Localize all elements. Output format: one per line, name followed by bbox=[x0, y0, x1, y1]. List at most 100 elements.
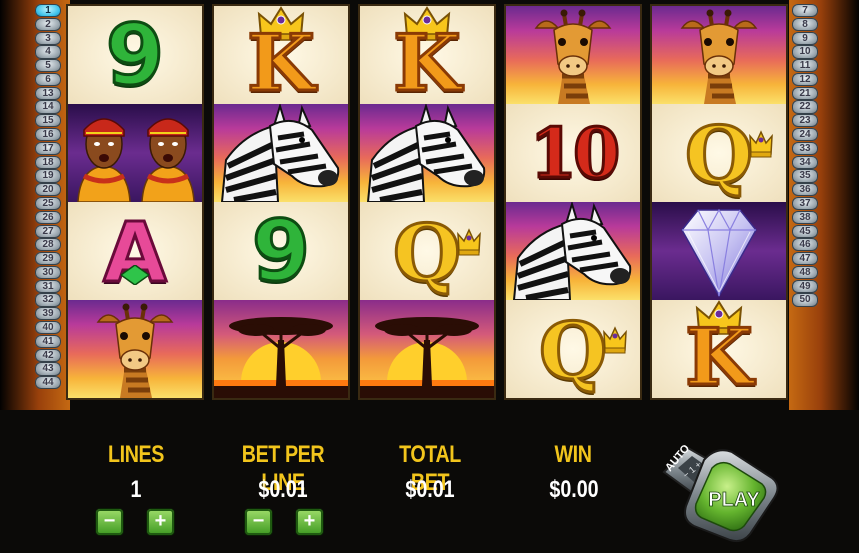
payline-indicator-24[interactable]: 24 bbox=[792, 128, 818, 142]
reel-2: K9 bbox=[212, 4, 350, 400]
win-value: $0.00 bbox=[549, 476, 599, 503]
payline-indicator-20[interactable]: 20 bbox=[35, 183, 61, 197]
giraffe-icon bbox=[534, 9, 612, 104]
win-label: WIN bbox=[554, 441, 592, 468]
payline-indicator-47[interactable]: 47 bbox=[792, 252, 818, 266]
payline-indicator-31[interactable]: 31 bbox=[35, 279, 61, 293]
payline-indicator-18[interactable]: 18 bbox=[35, 155, 61, 169]
crown-icon bbox=[456, 228, 482, 263]
payline-indicator-50[interactable]: 50 bbox=[792, 293, 818, 307]
payline-indicator-22[interactable]: 22 bbox=[792, 100, 818, 114]
symbol-zebra bbox=[214, 104, 348, 202]
payline-indicator-41[interactable]: 41 bbox=[35, 334, 61, 348]
symbol-zebra bbox=[506, 202, 640, 300]
payline-indicator-49[interactable]: 49 bbox=[792, 279, 818, 293]
payline-indicator-4[interactable]: 4 bbox=[35, 45, 61, 59]
payline-indicator-42[interactable]: 42 bbox=[35, 348, 61, 362]
symbol-king: K bbox=[214, 6, 348, 104]
lines-label: LINES bbox=[108, 441, 164, 468]
payline-indicator-27[interactable]: 27 bbox=[35, 224, 61, 238]
payline-indicator-7[interactable]: 7 bbox=[792, 4, 818, 18]
symbol-giraffe bbox=[68, 300, 202, 398]
payline-indicator-44[interactable]: 44 bbox=[35, 376, 61, 390]
crown-icon bbox=[748, 130, 774, 165]
payline-indicator-8[interactable]: 8 bbox=[792, 17, 818, 31]
payline-indicator-12[interactable]: 12 bbox=[792, 72, 818, 87]
bet-per-line-value: $0.01 bbox=[258, 476, 308, 503]
payline-indicator-30[interactable]: 30 bbox=[35, 265, 61, 280]
payline-indicator-16[interactable]: 16 bbox=[35, 128, 61, 142]
payline-indicator-40[interactable]: 40 bbox=[35, 320, 61, 335]
symbol-label: K bbox=[392, 17, 463, 105]
payline-indicator-43[interactable]: 43 bbox=[35, 362, 61, 376]
payline-indicator-9[interactable]: 9 bbox=[792, 31, 818, 45]
payline-indicator-39[interactable]: 39 bbox=[35, 307, 61, 321]
symbol-giraffe bbox=[652, 6, 786, 104]
payline-indicator-46[interactable]: 46 bbox=[792, 238, 818, 252]
payline-indicator-5[interactable]: 5 bbox=[35, 59, 61, 73]
symbol-queen: Q bbox=[506, 300, 640, 398]
payline-indicator-33[interactable]: 33 bbox=[792, 141, 818, 155]
payline-indicators-right: 7 8 9 10 11 12 21 22 23 24 33 34 35 36 37 38 45 46 47 48 49 5… bbox=[792, 4, 818, 307]
payline-indicator-3[interactable]: 3 bbox=[35, 31, 61, 45]
bet-decrease-button[interactable]: − bbox=[245, 509, 272, 535]
payline-indicator-26[interactable]: 26 bbox=[35, 210, 61, 224]
reel-5: QK bbox=[650, 4, 788, 400]
payline-indicator-28[interactable]: 28 bbox=[35, 238, 61, 252]
payline-indicator-15[interactable]: 15 bbox=[35, 114, 61, 128]
zebra-icon bbox=[366, 104, 486, 202]
payline-indicator-38[interactable]: 38 bbox=[792, 210, 818, 224]
symbol-ten: 10 bbox=[506, 104, 640, 202]
payline-indicator-2[interactable]: 2 bbox=[35, 17, 61, 31]
gem-icon bbox=[121, 265, 149, 285]
crown-icon bbox=[602, 326, 628, 361]
payline-indicator-29[interactable]: 29 bbox=[35, 252, 61, 266]
symbol-ace: A bbox=[68, 202, 202, 300]
reel-1: 9A bbox=[66, 4, 204, 400]
payline-indicator-17[interactable]: 17 bbox=[35, 141, 61, 155]
reel-3: KQ bbox=[358, 4, 496, 400]
payline-indicator-37[interactable]: 37 bbox=[792, 196, 818, 211]
payline-indicator-48[interactable]: 48 bbox=[792, 265, 818, 280]
symbol-zebra bbox=[360, 104, 494, 202]
payline-indicator-13[interactable]: 13 bbox=[35, 86, 61, 100]
symbol-queen: Q bbox=[652, 104, 786, 202]
payline-indicator-25[interactable]: 25 bbox=[35, 196, 61, 211]
tribal-women-icon bbox=[77, 118, 195, 202]
lines-increase-button[interactable]: + bbox=[147, 509, 174, 535]
symbol-label: A bbox=[102, 205, 168, 301]
lines-decrease-button[interactable]: − bbox=[96, 509, 123, 535]
payline-indicator-19[interactable]: 19 bbox=[35, 169, 61, 183]
payline-indicator-34[interactable]: 34 bbox=[792, 155, 818, 169]
symbol-diamond bbox=[652, 202, 786, 300]
reel-4: 10 Q bbox=[504, 4, 642, 400]
symbol-label: K bbox=[684, 311, 755, 399]
payline-indicator-14[interactable]: 14 bbox=[35, 100, 61, 114]
payline-indicator-11[interactable]: 11 bbox=[792, 59, 818, 73]
payline-indicator-36[interactable]: 36 bbox=[792, 183, 818, 197]
symbol-label: K bbox=[246, 17, 317, 105]
play-control: − 1 + AUTO PLAY bbox=[654, 438, 784, 546]
payline-indicator-6[interactable]: 6 bbox=[35, 72, 61, 87]
symbol-nine: 9 bbox=[68, 6, 202, 104]
symbol-tribal-women bbox=[68, 104, 202, 202]
diamond-icon bbox=[681, 208, 757, 298]
payline-indicator-10[interactable]: 10 bbox=[792, 45, 818, 59]
payline-indicator-21[interactable]: 21 bbox=[792, 86, 818, 100]
symbol-queen: Q bbox=[360, 202, 494, 300]
payline-indicator-45[interactable]: 45 bbox=[792, 224, 818, 238]
symbol-nine: 9 bbox=[214, 202, 348, 300]
total-bet-value: $0.01 bbox=[405, 476, 455, 503]
bet-increase-button[interactable]: + bbox=[296, 509, 323, 535]
payline-indicator-23[interactable]: 23 bbox=[792, 114, 818, 128]
giraffe-icon bbox=[96, 303, 174, 398]
symbol-label: 9 bbox=[104, 6, 165, 104]
symbol-acacia-tree bbox=[214, 300, 348, 398]
payline-indicator-35[interactable]: 35 bbox=[792, 169, 818, 183]
payline-indicators-left: 1 2 3 4 5 6 13 14 15 16 17 18 19 20 25 26 27 28 29 30 31 32 39… bbox=[35, 4, 61, 390]
payline-indicator-1[interactable]: 1 bbox=[35, 4, 61, 18]
symbol-acacia-tree bbox=[360, 300, 494, 398]
payline-indicator-32[interactable]: 32 bbox=[35, 293, 61, 307]
play-label: PLAY bbox=[708, 489, 760, 511]
giraffe-icon bbox=[680, 9, 758, 104]
